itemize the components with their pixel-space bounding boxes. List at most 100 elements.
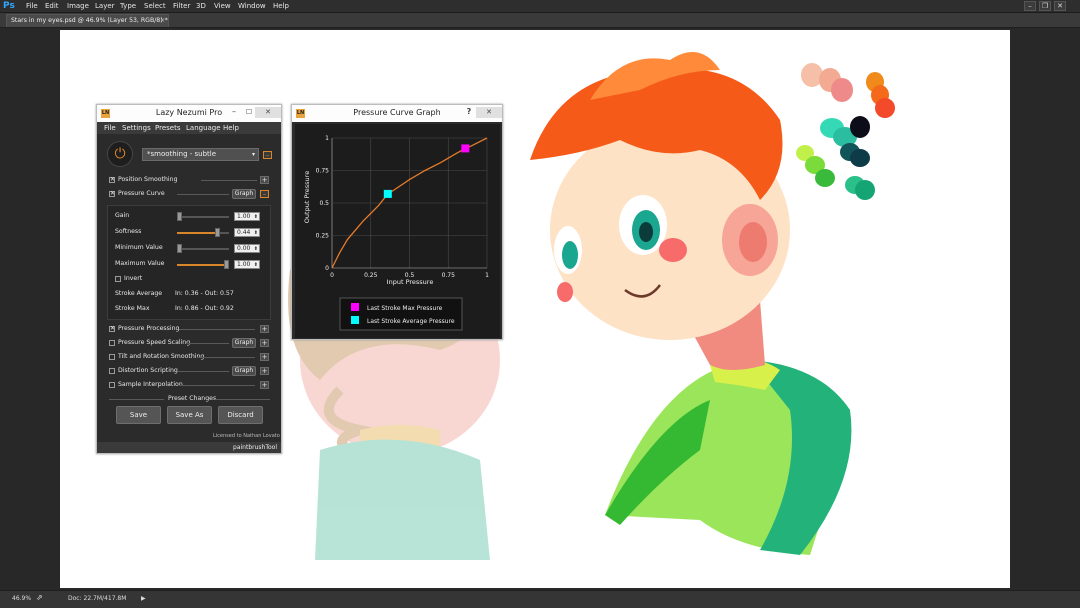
graph-title: Pressure Curve Graph <box>353 108 441 117</box>
tilt-rotation-smoothing-label: Tilt and Rotation Smoothing <box>118 353 205 360</box>
legend-swatch-average <box>351 316 359 324</box>
lnp-menu-language[interactable]: Language <box>186 122 221 134</box>
maximum-value-label: Maximum Value <box>115 260 165 267</box>
pressure-curve-chart[interactable]: 0 0.25 0.5 0.75 100.250.50.751 Input Pressur… <box>295 124 500 338</box>
y-tick-label: 0.25 <box>316 233 330 240</box>
softness-input[interactable]: 0.44 ⬍ <box>234 228 260 237</box>
license-text: Licensed to Nathan Lovato <box>213 433 280 439</box>
document-tab-bar: Stars in my eyes.psd @ 46.9% (Layer 53, … <box>0 13 1080 28</box>
pressure-processing-checkbox[interactable]: ✕ <box>109 326 115 332</box>
maximize-icon[interactable]: ☐ <box>244 106 254 118</box>
distortion-scripting-graph-button[interactable]: Graph <box>232 366 256 376</box>
menu-type[interactable]: Type <box>120 0 136 13</box>
photoshop-logo-icon: Ps <box>3 1 15 11</box>
position-smoothing-expand-button[interactable]: + <box>260 176 269 184</box>
menu-image[interactable]: Image <box>67 0 89 13</box>
gain-input[interactable]: 1.00 ⬍ <box>234 212 260 221</box>
y-tick-label: 0 <box>325 265 329 272</box>
divider <box>215 399 270 400</box>
minimum-value-input[interactable]: 0.00 ⬍ <box>234 244 260 253</box>
zoom-level[interactable]: 46.9% <box>12 595 31 602</box>
lnp-menu-presets[interactable]: Presets <box>155 122 180 134</box>
restore-icon[interactable]: ❐ <box>1039 1 1051 11</box>
maximum-value-slider[interactable] <box>224 260 229 269</box>
stroke-average-value: In: 0.36 - Out: 0.57 <box>175 290 234 297</box>
tilt-rotation-smoothing-checkbox[interactable] <box>109 354 115 360</box>
color-swatches <box>796 63 895 200</box>
position-smoothing-checkbox[interactable]: ✕ <box>109 177 115 183</box>
divider <box>177 194 229 195</box>
stroke-max-label: Stroke Max <box>115 305 150 312</box>
pressure-curve-collapse-button[interactable]: – <box>260 190 269 198</box>
pressure-speed-scaling-graph-button[interactable]: Graph <box>232 338 256 348</box>
invert-checkbox[interactable] <box>115 276 121 282</box>
legend-swatch-max <box>351 303 359 311</box>
active-tool-bar: paintbrushTool <box>97 442 281 453</box>
discard-button[interactable]: Discard <box>218 406 263 424</box>
spin-arrows-icon[interactable]: ⬍ <box>254 245 258 253</box>
menu-edit[interactable]: Edit <box>45 0 59 13</box>
softness-value: 0.44 <box>237 229 251 236</box>
tab-close-icon[interactable]: × <box>160 15 165 27</box>
y-tick-label: 0.5 <box>319 200 329 207</box>
gain-slider[interactable] <box>177 212 182 221</box>
power-toggle-button[interactable]: ⏻ <box>107 141 133 167</box>
menu-help[interactable]: Help <box>273 0 289 13</box>
pressure-processing-expand-button[interactable]: + <box>260 325 269 333</box>
pressure-processing-label: Pressure Processing <box>118 325 180 332</box>
softness-label: Softness <box>115 228 142 235</box>
minimize-icon[interactable]: – <box>229 106 239 118</box>
distortion-scripting-expand-button[interactable]: + <box>260 367 269 375</box>
maximum-value-input[interactable]: 1.00 ⬍ <box>234 260 260 269</box>
divider <box>201 180 257 181</box>
spin-arrows-icon[interactable]: ⬍ <box>254 229 258 237</box>
menu-layer[interactable]: Layer <box>95 0 115 13</box>
minimum-value-slider[interactable] <box>177 244 182 253</box>
lnp-menu-help[interactable]: Help <box>223 122 239 134</box>
status-menu-arrow-icon[interactable]: ▶ <box>141 595 146 602</box>
pressure-speed-scaling-label: Pressure Speed Scaling <box>118 339 191 346</box>
menu-filter[interactable]: Filter <box>173 0 190 13</box>
pressure-curve-graph-panel: LN Pressure Curve Graph ? ✕ 0 0.25 0.5 0.75… <box>291 104 503 340</box>
marker-point <box>383 189 392 198</box>
close-icon[interactable]: ✕ <box>476 107 502 118</box>
preset-select[interactable]: *smoothing - subtle ▾ <box>142 148 259 161</box>
invert-label: Invert <box>124 275 143 282</box>
menu-select[interactable]: Select <box>144 0 166 13</box>
softness-slider[interactable] <box>215 228 220 237</box>
spin-arrows-icon[interactable]: ⬍ <box>254 213 258 221</box>
close-icon[interactable]: ✕ <box>1054 1 1066 11</box>
pressure-curve-graph-button[interactable]: Graph <box>232 189 256 199</box>
tilt-rotation-smoothing-expand-button[interactable]: + <box>260 353 269 361</box>
minimum-value-label: Minimum Value <box>115 244 163 251</box>
pressure-speed-scaling-checkbox[interactable] <box>109 340 115 346</box>
preset-remove-button[interactable]: – <box>263 151 272 159</box>
document-tab[interactable]: Stars in my eyes.psd @ 46.9% (Layer 53, … <box>6 14 169 27</box>
menu-window[interactable]: Window <box>238 0 266 13</box>
status-bar: 46.9% ⇗ Doc: 22.7M/417.8M ▶ <box>0 590 1080 608</box>
spin-arrows-icon[interactable]: ⬍ <box>254 261 258 269</box>
distortion-scripting-checkbox[interactable] <box>109 368 115 374</box>
close-icon[interactable]: ✕ <box>255 107 281 118</box>
save-button[interactable]: Save <box>116 406 161 424</box>
pressure-curve-checkbox[interactable]: ✕ <box>109 191 115 197</box>
help-icon[interactable]: ? <box>464 106 474 118</box>
menu-view[interactable]: View <box>214 0 231 13</box>
chevron-down-icon: ▾ <box>251 151 255 158</box>
graph-titlebar[interactable]: LN Pressure Curve Graph ? ✕ <box>292 105 502 122</box>
lazy-nezumi-titlebar[interactable]: LN Lazy Nezumi Pro – ☐ ✕ <box>97 105 281 122</box>
menu-3d[interactable]: 3D <box>196 0 206 13</box>
share-icon[interactable]: ⇗ <box>36 593 43 602</box>
menu-file[interactable]: File <box>26 0 38 13</box>
sample-interpolation-checkbox[interactable] <box>109 382 115 388</box>
save-as-button[interactable]: Save As <box>167 406 212 424</box>
x-tick-label: 0.25 <box>364 272 378 279</box>
legend-label-max: Last Stroke Max Pressure <box>367 305 443 312</box>
minimize-icon[interactable]: – <box>1024 1 1036 11</box>
lnp-menu-settings[interactable]: Settings <box>122 122 151 134</box>
sample-interpolation-expand-button[interactable]: + <box>260 381 269 389</box>
lazy-nezumi-panel: LN Lazy Nezumi Pro – ☐ ✕ File Settings P… <box>96 104 282 454</box>
pressure-speed-scaling-expand-button[interactable]: + <box>260 339 269 347</box>
divider <box>177 371 229 372</box>
lnp-menu-file[interactable]: File <box>104 122 116 134</box>
